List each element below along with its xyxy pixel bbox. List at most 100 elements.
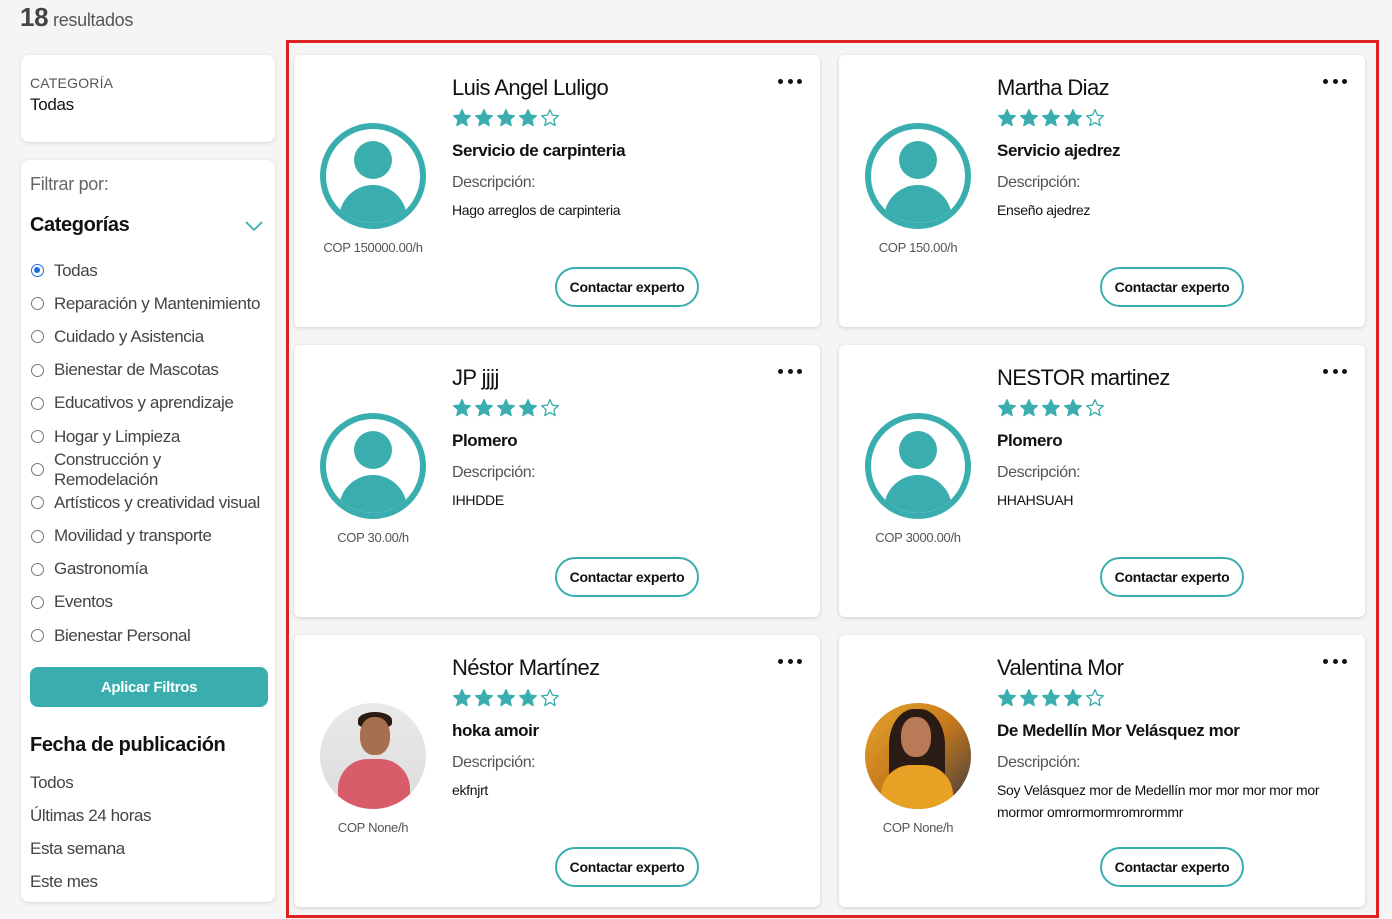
star-icon [475,689,493,707]
user-avatar-icon [320,703,426,809]
service-title: Servicio de carpinteria [452,141,626,160]
category-option-label: Construcción y Remodelación [54,449,161,489]
rating-stars [452,108,560,128]
category-option[interactable]: Cuidado y Asistencia [30,320,266,353]
results-count: 18 resultados [20,2,133,33]
description-text: IHHDDE [452,492,504,508]
star-icon [475,399,493,417]
category-option[interactable]: Construcción y Remodelación [30,450,266,489]
contact-expert-button[interactable]: Contactar experto [1100,557,1244,597]
description-label: Descripción: [997,464,1081,481]
star-icon [998,689,1016,707]
expert-card: COP None/h Néstor Martínez hoka amoir De… [294,635,820,907]
description-text: Soy Velásquez mor de Medellín mor mor mo… [997,782,1320,820]
star-icon [1042,689,1060,707]
description-text: Hago arreglos de carpinteria [452,202,621,218]
star-icon [1086,689,1104,707]
results-label: resultados [53,10,134,30]
expert-card: COP 30.00/h JP jjjj Plomero Descripción:… [294,345,820,617]
contact-expert-button[interactable]: Contactar experto [555,557,699,597]
star-icon [541,109,559,127]
more-options-icon[interactable] [1323,77,1347,85]
star-icon [1042,399,1060,417]
date-option[interactable]: Esta semana [30,832,266,865]
category-option[interactable]: Educativos y aprendizaje [30,387,266,420]
category-option-label: Bienestar Personal [54,625,191,645]
expert-price: COP 150.00/h [878,240,958,255]
category-option-label: Cuidado y Asistencia [54,326,204,346]
category-option[interactable]: Artísticos y creatividad visual [30,486,266,519]
category-option[interactable]: Gastronomía [30,553,266,586]
date-option[interactable]: Este mes [30,865,266,898]
date-filter-list: Todos Últimas 24 horas Esta semana Este mes [30,766,266,898]
description-label: Descripción: [452,174,536,191]
apply-filters-button[interactable]: Aplicar Filtros [30,667,268,708]
category-radio-list: Todas Reparación y Mantenimiento Cuidado y… [30,254,266,652]
radio-button[interactable] [31,595,44,609]
category-label: CATEGORÍA [30,75,114,91]
contact-expert-button[interactable]: Contactar experto [1100,267,1244,307]
category-option[interactable]: Bienestar de Mascotas [30,354,266,387]
star-icon [1042,109,1060,127]
category-option[interactable]: Hogar y Limpieza [30,420,266,453]
description-text: HHAHSUAH [997,492,1074,508]
radio-button[interactable] [31,363,44,377]
category-box[interactable]: CATEGORÍA Todas [21,55,275,142]
more-options-icon[interactable] [1323,367,1347,375]
radio-button[interactable] [31,629,44,643]
category-option[interactable]: Eventos [30,586,266,619]
date-option[interactable]: Últimas 24 horas [30,799,266,832]
expert-price: COP None/h [882,820,954,835]
more-options-icon[interactable] [778,77,802,85]
star-icon [1086,109,1104,127]
radio-button[interactable] [31,264,44,278]
expert-card: COP 150.00/h Martha Diaz Servicio ajedre… [839,55,1365,327]
rating-stars [452,688,560,708]
description-text: Enseño ajedrez [997,202,1091,218]
filter-title: Filtrar por: [30,174,109,194]
more-options-icon[interactable] [778,657,802,665]
category-option-label: Reparación y Mantenimiento [54,293,260,313]
star-icon [1020,689,1038,707]
radio-button[interactable] [31,562,44,576]
star-icon [1064,109,1082,127]
radio-button[interactable] [31,496,44,510]
category-option[interactable]: Todas [30,254,266,287]
contact-expert-button[interactable]: Contactar experto [555,847,699,887]
category-option[interactable]: Bienestar Personal [30,619,266,652]
category-option-label: Educativos y aprendizaje [54,393,234,413]
description-label: Descripción: [997,174,1081,191]
more-options-icon[interactable] [778,367,802,375]
expert-name: Martha Diaz [997,75,1110,100]
more-options-icon[interactable] [1323,657,1347,665]
rating-stars [997,108,1105,128]
radio-button[interactable] [31,463,44,477]
expert-price: COP 3000.00/h [875,530,961,545]
expert-card: COP None/h Valentina Mor De Medellín Mor… [839,635,1365,907]
expert-name: Valentina Mor [997,655,1124,680]
radio-button[interactable] [31,297,44,311]
categories-toggle[interactable]: Categorías [30,214,266,237]
radio-button[interactable] [31,396,44,410]
description-label: Descripción: [997,754,1081,771]
category-value: Todas [30,95,74,114]
radio-button[interactable] [31,430,44,444]
service-title: De Medellín Mor Velásquez mor [997,721,1240,740]
date-option[interactable]: Todos [30,766,266,799]
contact-expert-button[interactable]: Contactar experto [1100,847,1244,887]
contact-expert-button[interactable]: Contactar experto [555,267,699,307]
description-label: Descripción: [452,464,536,481]
star-icon [1020,109,1038,127]
radio-button[interactable] [31,330,44,344]
user-avatar-icon [320,413,426,519]
user-avatar-icon [865,123,971,229]
service-title: Plomero [452,431,518,450]
expert-card: COP 3000.00/h NESTOR martinez Plomero De… [839,345,1365,617]
star-icon [519,109,537,127]
category-option[interactable]: Movilidad y transporte [30,520,266,553]
radio-button[interactable] [31,529,44,543]
expert-price: COP 150000.00/h [323,240,423,255]
star-icon [1086,399,1104,417]
category-option[interactable]: Reparación y Mantenimiento [30,287,266,320]
chevron-down-icon[interactable] [244,219,264,233]
